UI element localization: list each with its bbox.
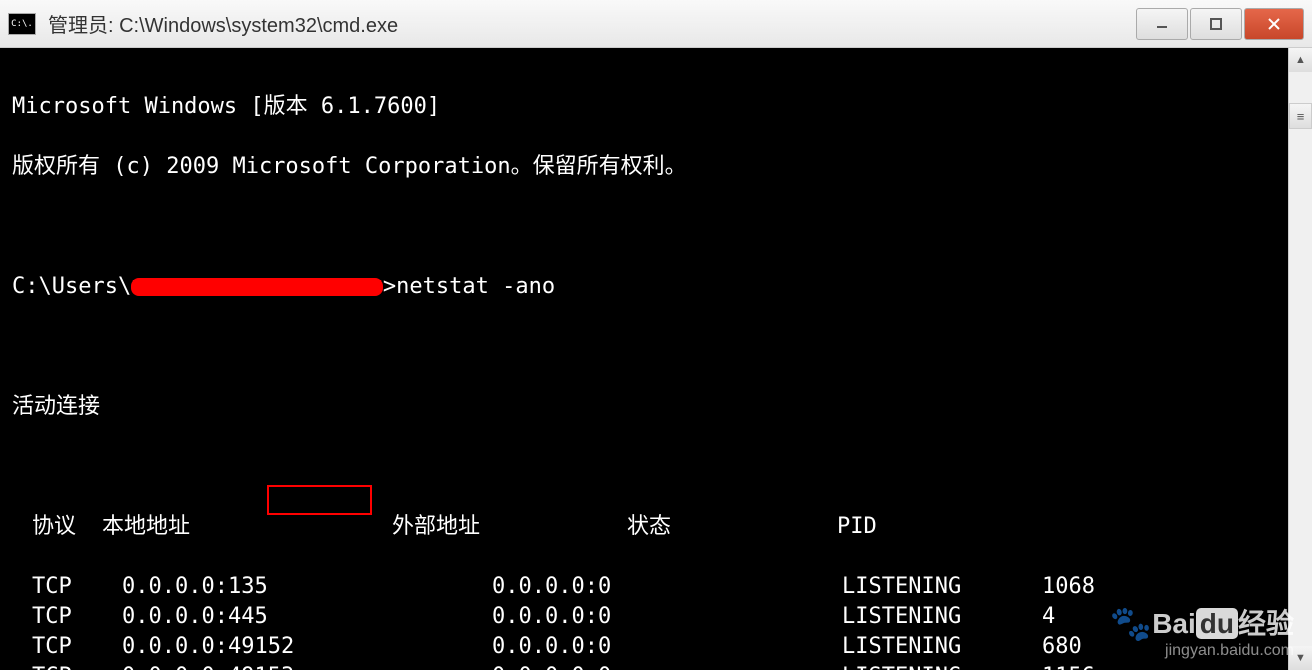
scroll-aux-button[interactable]: ≡ xyxy=(1289,103,1312,129)
copyright-line: 版权所有 (c) 2009 Microsoft Corporation。保留所有… xyxy=(12,152,1300,182)
cell-state: LISTENING xyxy=(842,662,1042,670)
cell-proto: TCP xyxy=(32,632,122,662)
cell-local: 0.0.0.0:49153 xyxy=(122,662,492,670)
connection-row: TCP0.0.0.0:1350.0.0.0:0LISTENING1068 xyxy=(32,572,1300,602)
cell-pid: 1068 xyxy=(1042,572,1122,602)
scrollbar[interactable]: ▲ ≡ ▼ xyxy=(1288,48,1312,670)
cell-proto: TCP xyxy=(32,662,122,670)
cell-foreign: 0.0.0.0:0 xyxy=(492,572,842,602)
scroll-down-button[interactable]: ▼ xyxy=(1289,646,1312,670)
redacted-username: xxxxxxxxxxxxxxxxxxx xyxy=(131,278,383,296)
minimize-button[interactable] xyxy=(1136,8,1188,40)
cell-pid: 1156 xyxy=(1042,662,1122,670)
blank-line xyxy=(12,212,1300,242)
port-highlight-box xyxy=(267,485,372,515)
prompt-line: C:\Users\xxxxxxxxxxxxxxxxxxx>netstat -an… xyxy=(12,272,1300,302)
cell-local: 0.0.0.0:49152 xyxy=(122,632,492,662)
title-bar: C:\. 管理员: C:\Windows\system32\cmd.exe xyxy=(0,0,1312,48)
cell-local: 0.0.0.0:445 xyxy=(122,602,492,632)
cell-foreign: 0.0.0.0:0 xyxy=(492,632,842,662)
connection-row: TCP0.0.0.0:4450.0.0.0:0LISTENING4 xyxy=(32,602,1300,632)
header-row: 协议本地地址外部地址状态PID xyxy=(12,512,1300,542)
console-output[interactable]: Microsoft Windows [版本 6.1.7600] 版权所有 (c)… xyxy=(0,48,1312,670)
header-proto: 协议 xyxy=(12,512,102,542)
blank-line xyxy=(12,452,1300,482)
active-connections-label: 活动连接 xyxy=(12,392,1300,422)
close-button[interactable] xyxy=(1244,8,1304,40)
header-foreign: 外部地址 xyxy=(392,512,627,542)
connection-row: TCP0.0.0.0:491530.0.0.0:0LISTENING1156 xyxy=(32,662,1300,670)
cell-pid: 680 xyxy=(1042,632,1122,662)
maximize-button[interactable] xyxy=(1190,8,1242,40)
cell-foreign: 0.0.0.0:0 xyxy=(492,602,842,632)
connection-row: TCP0.0.0.0:491520.0.0.0:0LISTENING680 xyxy=(32,632,1300,662)
header-state: 状态 xyxy=(627,512,837,542)
cell-proto: TCP xyxy=(32,572,122,602)
cell-state: LISTENING xyxy=(842,602,1042,632)
blank-line xyxy=(12,332,1300,362)
header-pid: PID xyxy=(837,512,917,542)
scroll-up-button[interactable]: ▲ xyxy=(1289,48,1312,72)
cell-state: LISTENING xyxy=(842,572,1042,602)
version-line: Microsoft Windows [版本 6.1.7600] xyxy=(12,92,1300,122)
cell-local: 0.0.0.0:135 xyxy=(122,572,492,602)
cell-foreign: 0.0.0.0:0 xyxy=(492,662,842,670)
window-controls xyxy=(1134,8,1304,40)
cell-proto: TCP xyxy=(32,602,122,632)
window-title: 管理员: C:\Windows\system32\cmd.exe xyxy=(48,9,1134,38)
cmd-icon: C:\. xyxy=(8,13,36,35)
cell-pid: 4 xyxy=(1042,602,1122,632)
cell-state: LISTENING xyxy=(842,632,1042,662)
header-local: 本地地址 xyxy=(102,512,392,542)
